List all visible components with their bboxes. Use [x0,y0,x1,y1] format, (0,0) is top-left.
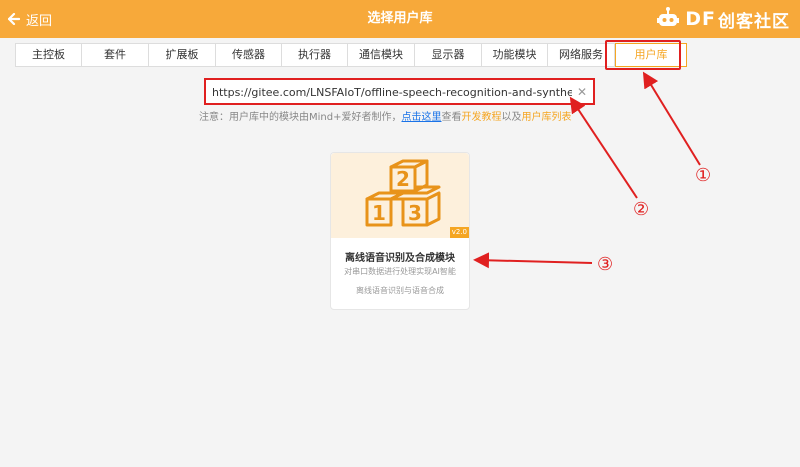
block-1-label: 1 [372,201,386,225]
annotation-marker-2: ② [633,199,650,220]
brand-logo: DF 创客社区 [655,2,790,36]
search-box: ✕ [204,78,595,105]
blocks-123-icon: 2 1 3 [365,159,441,227]
tab-communication[interactable]: 通信模块 [348,43,415,67]
robot-icon [657,7,680,26]
click-here-link[interactable]: 点击这里 [401,112,441,123]
notice-prefix: 注意：用户库中的模块由Mind+爱好者制作， [199,112,402,123]
tab-displays[interactable]: 显示器 [415,43,482,67]
block-2-label: 2 [396,167,410,191]
notice-mid2: 以及 [501,112,522,123]
tab-function-modules[interactable]: 功能模块 [482,43,548,67]
category-tabs: 主控板 套件 扩展板 传感器 执行器 通信模块 显示器 功能模块 网络服务 用户… [15,43,687,67]
brand-prefix: DF [685,8,716,30]
highlight-box-tab [605,40,681,70]
user-library-list-link[interactable]: 用户库列表 [521,112,571,123]
card-image: 2 1 3 v2.0 [331,153,469,238]
tab-actuators[interactable]: 执行器 [282,43,348,67]
header-bar: 返回 选择用户库 DF 创客社区 [0,0,800,38]
annotation-marker-3: ③ [597,254,614,275]
tab-expansion-board[interactable]: 扩展板 [149,43,216,67]
search-input[interactable] [212,83,572,101]
brand-name: 创客社区 [718,11,790,32]
tab-sensors[interactable]: 传感器 [216,43,282,67]
card-title: 离线语音识别及合成模块 [345,253,455,264]
close-icon[interactable]: ✕ [575,83,589,101]
dev-tutorial-link[interactable]: 开发教程 [461,112,501,123]
version-badge: v2.0 [449,227,469,238]
annotation-arrow-3 [473,252,593,269]
tab-kits[interactable]: 套件 [82,43,149,67]
notice-mid1: 查看 [441,112,462,123]
tab-main-board[interactable]: 主控板 [15,43,82,67]
annotation-arrow-1 [642,71,701,166]
library-card[interactable]: 2 1 3 v2.0 离线语音识别及合成模块 对串口数据进行处理实现AI智能 离… [330,152,470,310]
block-3-label: 3 [408,201,422,225]
card-description: 对串口数据进行处理实现AI智能 [344,267,456,276]
annotation-marker-1: ① [695,165,712,186]
notice-text: 注意：用户库中的模块由Mind+爱好者制作，点击这里查看开发教程以及用户库列表 [199,111,599,125]
card-subtitle: 离线语音识别与语音合成 [356,286,444,295]
